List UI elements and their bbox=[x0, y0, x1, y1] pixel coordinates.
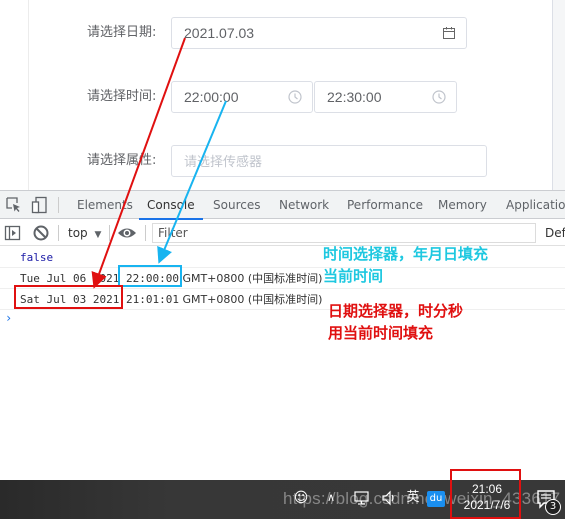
dropdown-arrow-icon: ▼ bbox=[94, 230, 102, 240]
console-text: GMT+0800 (中国标准时间) bbox=[178, 272, 323, 285]
inspect-element-icon[interactable] bbox=[5, 196, 23, 214]
tab-elements[interactable]: Elements bbox=[77, 191, 133, 219]
volume-icon[interactable] bbox=[380, 489, 398, 507]
time-label: 请选择时间: bbox=[87, 89, 157, 104]
toolbar-separator bbox=[58, 225, 59, 241]
time-start-value: 22:00:00 bbox=[184, 89, 239, 105]
tab-separator bbox=[58, 197, 59, 213]
toolbar-separator bbox=[109, 225, 110, 241]
cyan-annotation-note: 时间选择器，年月日填充 当前时间 bbox=[323, 243, 488, 287]
prompt-chevron-icon: › bbox=[5, 311, 13, 325]
tab-console[interactable]: Console bbox=[139, 191, 203, 220]
notification-count-badge: 3 bbox=[545, 499, 561, 515]
sensor-placeholder: 请选择传感器 bbox=[184, 155, 263, 170]
baidu-ime-icon[interactable]: du bbox=[427, 491, 445, 507]
console-text: 21:01:01 bbox=[119, 293, 179, 306]
page-divider bbox=[28, 0, 29, 190]
context-selector[interactable]: top ▼ bbox=[68, 220, 101, 246]
console-text-highlight: 22:00:00 bbox=[125, 272, 179, 285]
default-levels-dropdown[interactable]: Def bbox=[545, 220, 565, 246]
live-expression-eye-icon[interactable] bbox=[117, 224, 137, 242]
web-page: 请选择日期: 2021.07.03 请选择时间: 22:00:00 22:30:… bbox=[0, 0, 565, 190]
tab-memory[interactable]: Memory bbox=[438, 191, 487, 219]
time-end-value: 22:30:00 bbox=[327, 89, 382, 105]
people-icon[interactable]: ☺ bbox=[292, 489, 310, 507]
console-text: false bbox=[20, 251, 54, 264]
device-toolbar-icon[interactable] bbox=[31, 196, 49, 214]
console-text: Tue Jul 06 2021 bbox=[20, 272, 126, 285]
network-icon[interactable] bbox=[353, 489, 371, 507]
date-label: 请选择日期: bbox=[87, 25, 157, 40]
ime-language-indicator[interactable]: 英 bbox=[404, 489, 422, 507]
show-sidebar-icon[interactable] bbox=[4, 224, 22, 242]
console-text: GMT+0800 (中国标准时间) bbox=[178, 293, 323, 306]
console-filter-input[interactable]: Filter bbox=[152, 223, 536, 243]
red-annotation-note: 日期选择器，时分秒 用当前时间填充 bbox=[328, 300, 463, 344]
note-text: 用当前时间填充 bbox=[328, 324, 434, 342]
console-prompt[interactable]: › bbox=[0, 310, 565, 328]
tab-network[interactable]: Network bbox=[279, 191, 329, 219]
date-picker-input[interactable]: 2021.07.03 bbox=[171, 17, 467, 49]
clock-icon[interactable] bbox=[288, 90, 302, 104]
tab-application[interactable]: Application bbox=[506, 191, 565, 219]
console-text-highlight: Sat Jul 03 2021 bbox=[20, 293, 120, 306]
note-text: 当前时间 bbox=[323, 267, 384, 285]
attribute-label: 请选择属性: bbox=[87, 153, 157, 168]
date-value: 2021.07.03 bbox=[184, 25, 255, 41]
clear-console-icon[interactable] bbox=[32, 224, 50, 242]
filter-placeholder: Filter bbox=[158, 226, 188, 240]
calendar-icon[interactable] bbox=[442, 26, 456, 40]
devtools-tabbar: Elements Console Sources Network Perform… bbox=[0, 191, 565, 220]
toolbar-separator bbox=[145, 225, 146, 241]
note-text: 时间选择器，年月日填充 bbox=[323, 245, 489, 263]
tab-sources[interactable]: Sources bbox=[213, 191, 260, 219]
devtools-panel: Elements Console Sources Network Perform… bbox=[0, 190, 565, 480]
show-hidden-icons-chevron[interactable]: ∧ bbox=[322, 489, 340, 507]
time-end-input[interactable]: 22:30:00 bbox=[314, 81, 457, 113]
time-start-input[interactable]: 22:00:00 bbox=[171, 81, 313, 113]
sensor-select-input[interactable]: 请选择传感器 bbox=[171, 145, 487, 177]
tab-performance[interactable]: Performance bbox=[347, 191, 423, 219]
clock-icon[interactable] bbox=[432, 90, 446, 104]
red-clock-highlight-box bbox=[450, 469, 521, 519]
page-scroll-gutter bbox=[552, 0, 565, 190]
context-value: top bbox=[68, 226, 88, 240]
console-line: Sat Jul 03 2021 21:01:01 GMT+0800 (中国标准时… bbox=[0, 289, 565, 310]
note-text: 日期选择器，时分秒 bbox=[328, 302, 464, 320]
